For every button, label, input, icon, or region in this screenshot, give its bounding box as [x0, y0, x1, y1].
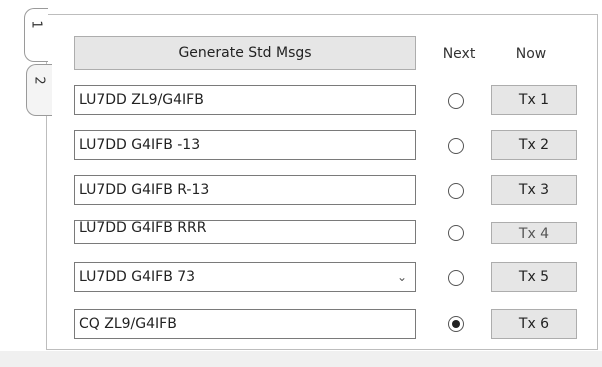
tx2-message-field[interactable]: LU7DD G4IFB -13 — [74, 130, 416, 160]
tx5-next-radio[interactable] — [448, 270, 464, 286]
tx2-next-radio[interactable] — [448, 138, 464, 154]
generate-std-msgs-button[interactable]: Generate Std Msgs — [74, 36, 416, 70]
now-column-header: Now — [515, 46, 547, 62]
tx1-next-radio[interactable] — [448, 93, 464, 109]
tx4-message-field[interactable]: LU7DD G4IFB RRR — [74, 220, 416, 244]
tab-2[interactable]: 2 — [26, 64, 52, 116]
tx6-next-radio[interactable] — [448, 316, 464, 332]
panel-footer-area — [0, 351, 602, 367]
tab-1-label: 1 — [29, 20, 44, 29]
next-column-header: Next — [442, 46, 476, 62]
tx3-button[interactable]: Tx 3 — [491, 175, 577, 205]
tab-1[interactable]: 1 — [24, 8, 48, 62]
tx1-message-field[interactable]: LU7DD ZL9/G4IFB — [74, 85, 416, 115]
tx3-next-radio[interactable] — [448, 183, 464, 199]
tx5-message-combo[interactable]: LU7DD G4IFB 73 ⌄ — [74, 262, 416, 292]
tx4-button[interactable]: Tx 4 — [491, 222, 577, 244]
tx5-button[interactable]: Tx 5 — [491, 262, 577, 292]
tx4-next-radio[interactable] — [448, 225, 464, 241]
tx3-message-field[interactable]: LU7DD G4IFB R-13 — [74, 175, 416, 205]
tx1-button[interactable]: Tx 1 — [491, 85, 577, 115]
tx5-message-text: LU7DD G4IFB 73 — [79, 269, 196, 285]
tx6-button[interactable]: Tx 6 — [491, 309, 577, 339]
chevron-down-icon[interactable]: ⌄ — [397, 263, 407, 291]
tx6-message-field[interactable]: CQ ZL9/G4IFB — [74, 309, 416, 339]
tab-2-label: 2 — [32, 76, 47, 85]
tx2-button[interactable]: Tx 2 — [491, 130, 577, 160]
